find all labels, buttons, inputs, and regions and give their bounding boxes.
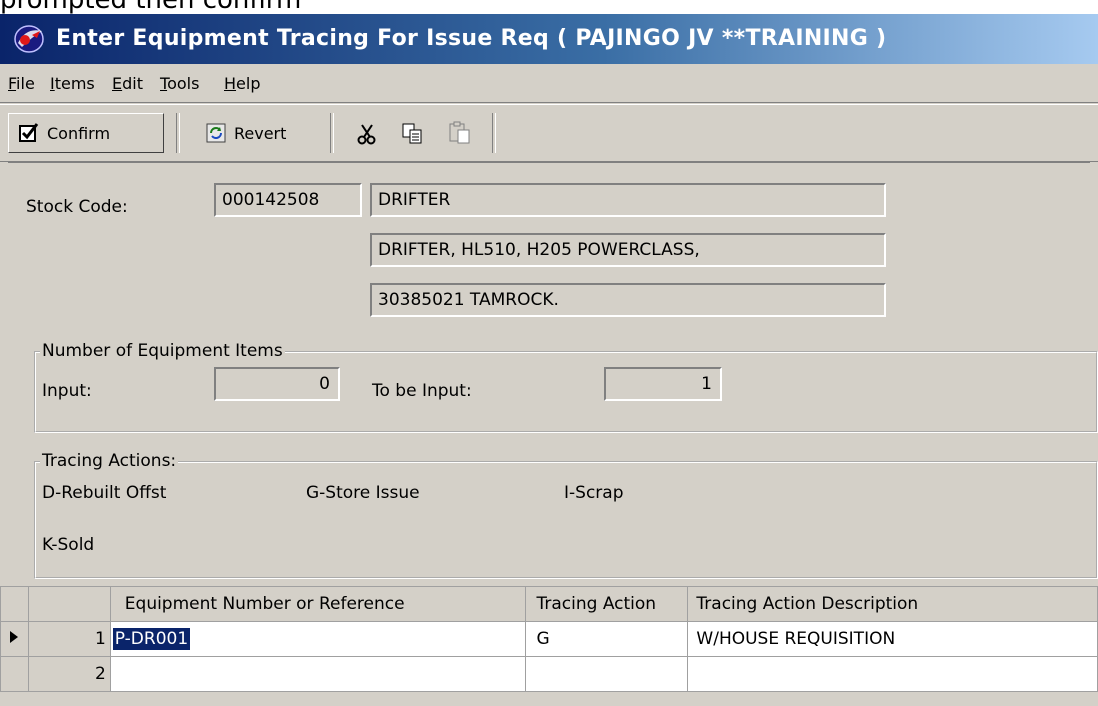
- equipment-table: Equipment Number or Reference Tracing Ac…: [0, 586, 1098, 692]
- tracing-action-item: I-Scrap: [564, 483, 624, 503]
- row-number: 1: [27, 621, 111, 657]
- stock-code-label: Stock Code:: [26, 197, 128, 217]
- tracing-action-description-cell[interactable]: [687, 656, 1098, 692]
- tracing-action-item: G-Store Issue: [306, 483, 420, 503]
- copy-icon[interactable]: [402, 123, 424, 150]
- toolbar-separator: [330, 113, 334, 153]
- to-be-input-label: To be Input:: [372, 381, 472, 401]
- input-label: Input:: [42, 381, 92, 401]
- table-header-row: Equipment Number or Reference Tracing Ac…: [0, 586, 1098, 622]
- app-logo-icon: [12, 23, 46, 55]
- row-number: 2: [27, 656, 111, 692]
- table-row[interactable]: 1 P-DR001 G W/HOUSE REQUISITION: [0, 621, 1098, 657]
- form-panel: Stock Code: 000142508 DRIFTER DRIFTER, H…: [8, 162, 1098, 587]
- confirm-label: Confirm: [47, 123, 111, 143]
- menu-edit[interactable]: Edit: [112, 74, 143, 93]
- paste-icon[interactable]: [448, 121, 472, 150]
- equipment-number-selected-text: P-DR001: [112, 628, 191, 650]
- stock-description-line-3: 30385021 TAMROCK.: [370, 283, 886, 317]
- stock-description-line-2: DRIFTER, HL510, H205 POWERCLASS,: [370, 233, 886, 267]
- input-count-field: 0: [214, 367, 340, 401]
- equipment-grid: Equipment Number or Reference Tracing Ac…: [0, 586, 1098, 706]
- menu-file[interactable]: File: [8, 74, 35, 93]
- row-number-header: [27, 586, 111, 622]
- current-row-indicator-icon: [0, 621, 29, 657]
- stock-code-field[interactable]: 000142508: [214, 183, 362, 217]
- confirm-button[interactable]: Confirm: [8, 113, 164, 153]
- revert-button[interactable]: Revert: [206, 113, 286, 153]
- tracing-action-item: K-Sold: [42, 535, 95, 555]
- menu-help[interactable]: Help: [224, 74, 260, 93]
- equipment-number-header[interactable]: Equipment Number or Reference: [109, 586, 527, 622]
- table-row[interactable]: 2: [0, 656, 1098, 692]
- toolbar: Confirm Revert: [0, 104, 1098, 162]
- stock-description-line-1: DRIFTER: [370, 183, 886, 217]
- menu-items[interactable]: Items: [50, 74, 95, 93]
- tracing-action-header[interactable]: Tracing Action: [525, 586, 689, 622]
- caption-above-window: prompted then confirm: [0, 0, 1098, 14]
- menu-tools[interactable]: Tools: [160, 74, 199, 93]
- tracing-action-cell[interactable]: G: [525, 621, 689, 657]
- row-indicator-header: [0, 586, 29, 622]
- row-indicator: [0, 656, 29, 692]
- menu-bar: File Items Edit Tools Help: [0, 66, 1098, 103]
- tracing-actions-group: [34, 461, 1098, 579]
- equipment-items-legend: Number of Equipment Items: [40, 341, 285, 361]
- toolbar-separator: [176, 113, 180, 153]
- scissors-icon[interactable]: [356, 123, 378, 150]
- equipment-number-cell[interactable]: [109, 656, 527, 692]
- window-title: Enter Equipment Tracing For Issue Req ( …: [56, 26, 887, 51]
- tracing-action-description-header[interactable]: Tracing Action Description: [687, 586, 1098, 622]
- tracing-actions-legend: Tracing Actions:: [40, 451, 179, 471]
- toolbar-separator: [492, 113, 496, 153]
- equipment-number-cell[interactable]: P-DR001: [109, 621, 527, 657]
- tracing-action-description-cell[interactable]: W/HOUSE REQUISITION: [687, 621, 1098, 657]
- title-bar: Enter Equipment Tracing For Issue Req ( …: [0, 14, 1098, 64]
- tracing-action-cell[interactable]: [525, 656, 689, 692]
- equipment-items-group: [34, 351, 1098, 433]
- refresh-icon: [206, 123, 226, 143]
- revert-label: Revert: [234, 123, 287, 143]
- tracing-action-item: D-Rebuilt Offst: [42, 483, 167, 503]
- checkbox-check-icon: [19, 123, 39, 143]
- to-be-input-count-field: 1: [604, 367, 722, 401]
